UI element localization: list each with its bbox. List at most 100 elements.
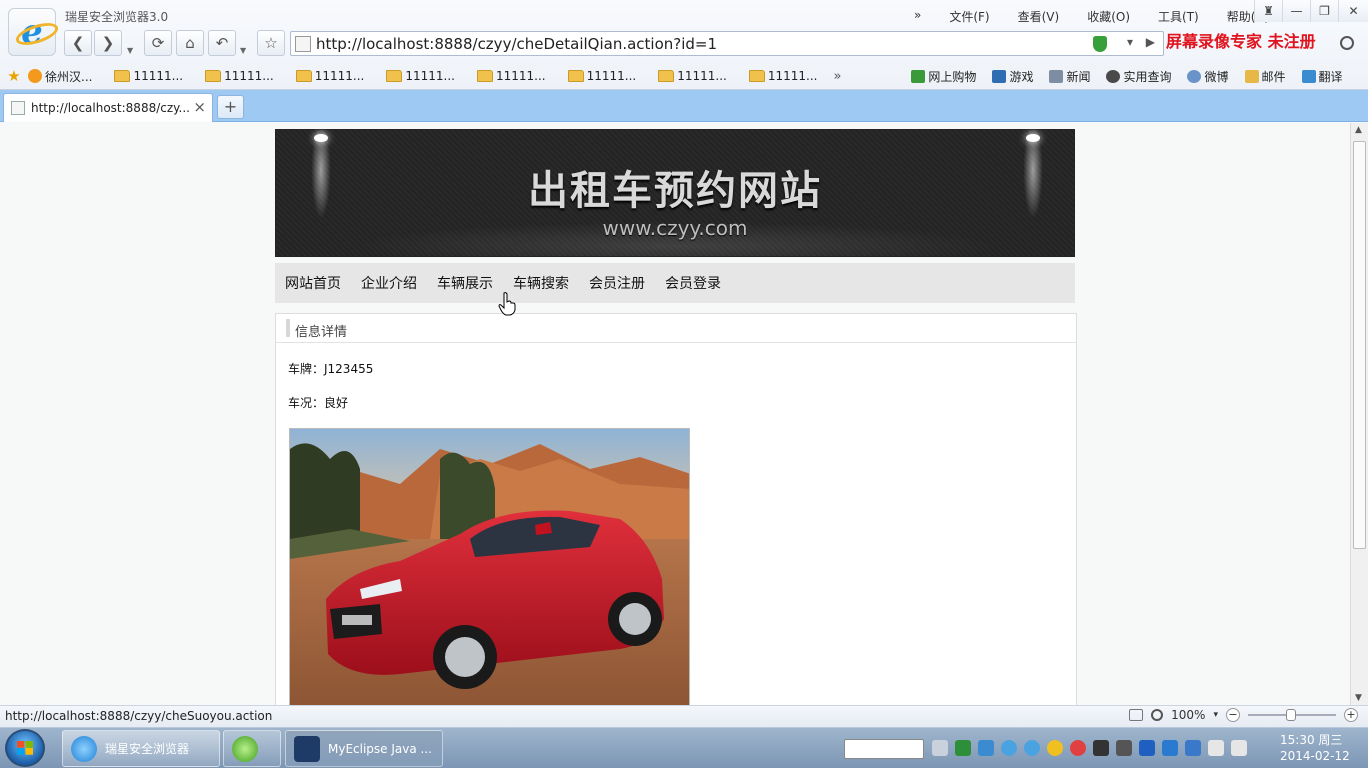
tool-label: 实用查询 — [1123, 69, 1172, 84]
scroll-down-icon[interactable]: ▼ — [1355, 693, 1362, 703]
undo-dropdown-icon[interactable]: ▼ — [240, 46, 246, 55]
home-icon: ⌂ — [185, 34, 195, 52]
menu-favorites[interactable]: 收藏(O) — [1073, 8, 1144, 25]
mail-icon — [1244, 69, 1259, 83]
qq-icon[interactable] — [1047, 740, 1063, 756]
cat-icon[interactable] — [1116, 740, 1132, 756]
refresh-button[interactable]: ⟳ — [144, 30, 172, 56]
taskbar: 瑞星安全浏览器 MyEclipse Java ... 15:30 周三 2014… — [0, 727, 1368, 768]
zoom-dropdown-icon[interactable]: ▾ — [1213, 710, 1218, 720]
close-button[interactable]: ✕ — [1338, 0, 1368, 22]
restore-button[interactable]: ❐ — [1310, 0, 1338, 22]
search-icon[interactable] — [1340, 36, 1354, 50]
tool-shopping[interactable]: 网上购物 — [911, 68, 976, 85]
new-tab-button[interactable]: + — [217, 95, 244, 119]
back-button[interactable]: ❮ — [64, 30, 92, 56]
forward-button[interactable]: ❯ — [94, 30, 122, 56]
taskbar-browser[interactable]: 瑞星安全浏览器 — [62, 730, 220, 767]
folder-label: 11111... — [495, 69, 546, 83]
search-tray-icon[interactable] — [978, 740, 994, 756]
favorite-folder[interactable]: 11111... — [748, 69, 817, 83]
monitor-icon[interactable] — [1208, 740, 1224, 756]
magnifier-icon — [1106, 69, 1121, 83]
menu-view[interactable]: 查看(V) — [1004, 8, 1074, 25]
start-button[interactable] — [5, 729, 45, 767]
menu-file[interactable]: 文件(F) — [935, 8, 1003, 25]
tool-weibo[interactable]: 微博 — [1187, 68, 1229, 85]
zoom-level[interactable]: 100% — [1171, 708, 1205, 722]
volume-icon[interactable] — [1231, 740, 1247, 756]
tab-active[interactable]: http://localhost:8888/czy... × — [3, 93, 213, 122]
speaker-icon[interactable] — [1129, 709, 1144, 721]
taskbar-search-input[interactable] — [844, 739, 924, 759]
favorite-folder[interactable]: 11111... — [205, 69, 274, 83]
favorite-folder[interactable]: 11111... — [476, 69, 546, 83]
scroll-up-icon[interactable]: ▲ — [1355, 125, 1362, 135]
chat-bubble-icon — [1187, 69, 1202, 83]
favorite-folder[interactable]: 11111... — [114, 69, 183, 83]
tool-games[interactable]: 游戏 — [992, 68, 1033, 85]
tool-translate[interactable]: 翻译 — [1301, 68, 1343, 85]
keyboard-icon[interactable] — [932, 740, 948, 756]
security-icon[interactable] — [1185, 740, 1201, 756]
minimize-button[interactable]: — — [1282, 0, 1310, 22]
nav-search[interactable]: 车辆搜索 — [513, 273, 569, 293]
condition-field: 车况：良好 — [288, 396, 349, 410]
vertical-scrollbar[interactable]: ▲ ▼ — [1350, 123, 1368, 705]
zoom-slider-thumb[interactable] — [1286, 709, 1296, 721]
nav-login[interactable]: 会员登录 — [665, 273, 721, 293]
taskbar-app[interactable] — [223, 730, 281, 767]
favorite-folder[interactable]: 11111... — [658, 69, 727, 83]
tab-bar: http://localhost:8888/czy... × + — [0, 90, 1368, 122]
chevron-left-icon: ❮ — [71, 34, 85, 52]
favorite-folder[interactable]: 11111... — [386, 69, 455, 83]
address-dropdown-icon[interactable]: ▾ — [1127, 35, 1133, 49]
clock-date: 2014-02-12 — [1280, 749, 1350, 763]
browser-chrome: e 瑞星安全浏览器3.0 » 文件(F) 查看(V) 收藏(O) 工具(T) 帮… — [0, 0, 1368, 90]
tool-news[interactable]: 新闻 — [1049, 68, 1090, 85]
update-icon[interactable] — [1162, 740, 1178, 756]
tool-mail[interactable]: 邮件 — [1244, 68, 1286, 85]
tool-lookup[interactable]: 实用查询 — [1106, 68, 1171, 85]
nav-register[interactable]: 会员注册 — [589, 273, 645, 293]
home-button[interactable]: ⌂ — [176, 30, 204, 56]
bird-icon[interactable] — [1024, 740, 1040, 756]
recorder-icon[interactable] — [1093, 740, 1109, 756]
zoom-slider[interactable] — [1248, 709, 1336, 721]
browser-logo[interactable]: e — [8, 8, 56, 56]
nav-home[interactable]: 网站首页 — [285, 273, 341, 293]
address-url[interactable]: http://localhost:8888/czyy/cheDetailQian… — [316, 35, 717, 53]
nav-vehicles[interactable]: 车辆展示 — [437, 273, 493, 293]
shield-tray-icon[interactable] — [1139, 740, 1155, 756]
undo-close-button[interactable]: ↶ — [208, 30, 236, 56]
history-dropdown-icon[interactable]: ▼ — [127, 46, 133, 55]
panel-header: 信息详情 — [276, 314, 1076, 343]
security-shield-icon[interactable] — [1093, 36, 1107, 52]
favorites-star-icon[interactable]: ★ — [0, 67, 28, 85]
qq-alert-icon[interactable] — [1070, 740, 1086, 756]
address-bar[interactable]: http://localhost:8888/czyy/cheDetailQian… — [290, 31, 1164, 56]
favorite-folder[interactable]: 11111... — [567, 69, 636, 83]
status-bar: http://localhost:8888/czyy/cheSuoyou.act… — [0, 705, 1368, 727]
favorites-more[interactable]: » — [833, 69, 841, 84]
refresh-app-icon — [232, 735, 258, 762]
skin-icon[interactable]: ♜ — [1254, 0, 1282, 22]
page-icon — [295, 36, 311, 52]
zoom-icon[interactable] — [1151, 709, 1164, 721]
nav-about[interactable]: 企业介绍 — [361, 273, 417, 293]
tab-close-icon[interactable]: × — [193, 98, 206, 116]
qq-browser-icon[interactable] — [1001, 740, 1017, 756]
menu-more[interactable]: » — [900, 8, 935, 25]
gamepad-icon — [992, 69, 1007, 83]
network-icon[interactable] — [955, 740, 971, 756]
favorite-button[interactable]: ☆ — [257, 30, 285, 56]
favorite-item[interactable]: 徐州汉... — [28, 68, 92, 85]
taskbar-myeclipse[interactable]: MyEclipse Java ... — [285, 730, 443, 767]
go-icon[interactable]: ▶ — [1146, 35, 1155, 49]
favorite-folder[interactable]: 11111... — [295, 69, 364, 83]
scroll-thumb[interactable] — [1353, 141, 1366, 549]
menu-tools[interactable]: 工具(T) — [1144, 8, 1213, 25]
zoom-out-button[interactable]: − — [1226, 708, 1240, 722]
clock[interactable]: 15:30 周三 2014-02-12 — [1280, 732, 1350, 764]
zoom-in-button[interactable]: + — [1344, 708, 1358, 722]
